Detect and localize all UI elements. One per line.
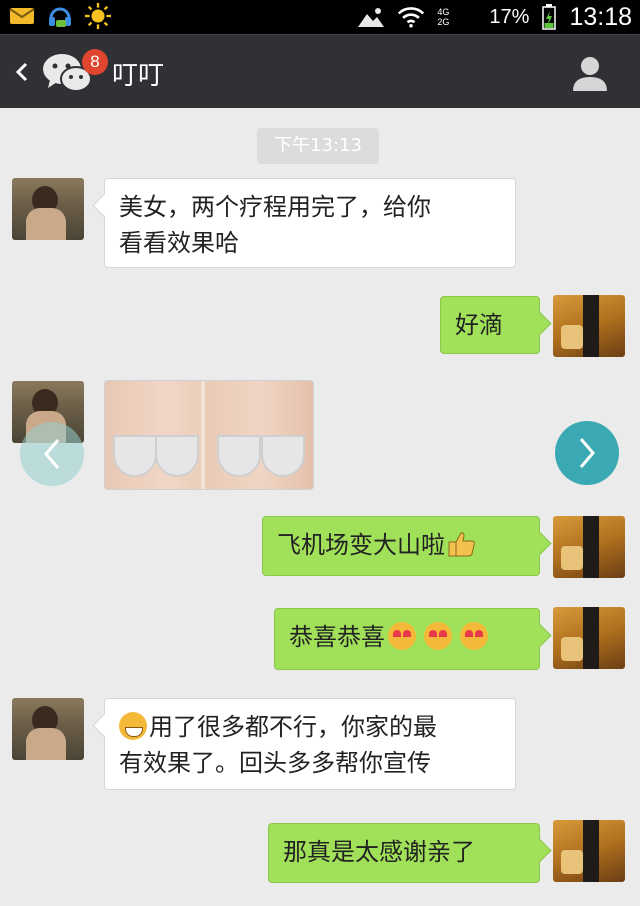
heart-eyes-icon bbox=[424, 622, 452, 650]
contact-avatar[interactable] bbox=[12, 698, 84, 760]
message-line: 美女，两个疗程用完了，给你 bbox=[119, 193, 431, 221]
profile-icon[interactable] bbox=[570, 53, 610, 93]
grin-icon bbox=[119, 712, 147, 740]
chevron-left-icon[interactable] bbox=[10, 55, 34, 89]
incoming-message[interactable]: 美女，两个疗程用完了，给你 看看效果哈 bbox=[104, 178, 516, 268]
message-line: 看看效果哈 bbox=[119, 229, 239, 257]
carousel-prev-button[interactable] bbox=[20, 422, 84, 486]
outgoing-message[interactable]: 恭喜恭喜 bbox=[274, 608, 540, 670]
carousel-next-button[interactable] bbox=[555, 421, 619, 485]
chat-area[interactable]: 下午13:13 美女，两个疗程用完了，给你 看看效果哈 好滴 飞机场变大山啦 恭… bbox=[0, 108, 640, 906]
my-avatar[interactable] bbox=[553, 820, 625, 882]
thumbs-up-icon bbox=[447, 530, 477, 558]
network-type-top: 4G bbox=[437, 7, 450, 17]
message-line: 有效果了。回头多多帮你宣传 bbox=[119, 749, 431, 777]
clock: 13:18 bbox=[569, 2, 632, 31]
sun-icon bbox=[84, 2, 112, 30]
outgoing-message[interactable]: 好滴 bbox=[440, 296, 540, 354]
outgoing-message[interactable]: 飞机场变大山啦 bbox=[262, 516, 540, 576]
battery-icon bbox=[541, 4, 557, 30]
headset-icon bbox=[46, 3, 74, 29]
contact-avatar[interactable] bbox=[12, 178, 84, 240]
photo-thumbnail[interactable] bbox=[104, 380, 314, 490]
chat-title: 叮叮 bbox=[112, 61, 165, 91]
chat-header: 8 叮叮 bbox=[0, 34, 640, 108]
mountain-image-icon bbox=[357, 4, 385, 30]
battery-percent: 17% bbox=[489, 5, 530, 28]
status-bar: 4G 2G 17% 13:18 bbox=[0, 0, 640, 34]
my-avatar[interactable] bbox=[553, 607, 625, 669]
heart-eyes-icon bbox=[460, 622, 488, 650]
message-text: 恭喜恭喜 bbox=[289, 623, 385, 651]
mail-icon bbox=[8, 3, 36, 29]
outgoing-message[interactable]: 那真是太感谢亲了 bbox=[268, 823, 540, 883]
my-avatar[interactable] bbox=[553, 295, 625, 357]
heart-eyes-icon bbox=[388, 622, 416, 650]
network-type-bottom: 2G bbox=[437, 17, 450, 27]
incoming-message[interactable]: 用了很多都不行，你家的最 有效果了。回头多多帮你宣传 bbox=[104, 698, 516, 790]
message-line: 用了很多都不行，你家的最 bbox=[119, 709, 501, 745]
message-text: 好滴 bbox=[455, 311, 503, 339]
message-text: 用了很多都不行，你家的最 bbox=[149, 713, 437, 741]
message-text: 那真是太感谢亲了 bbox=[283, 838, 475, 866]
message-timestamp: 下午13:13 bbox=[257, 128, 379, 164]
message-text: 飞机场变大山啦 bbox=[277, 531, 445, 559]
signal-icon: 4G 2G bbox=[437, 4, 477, 30]
wifi-icon bbox=[397, 4, 425, 30]
my-avatar[interactable] bbox=[553, 516, 625, 578]
unread-badge: 8 bbox=[82, 49, 108, 75]
